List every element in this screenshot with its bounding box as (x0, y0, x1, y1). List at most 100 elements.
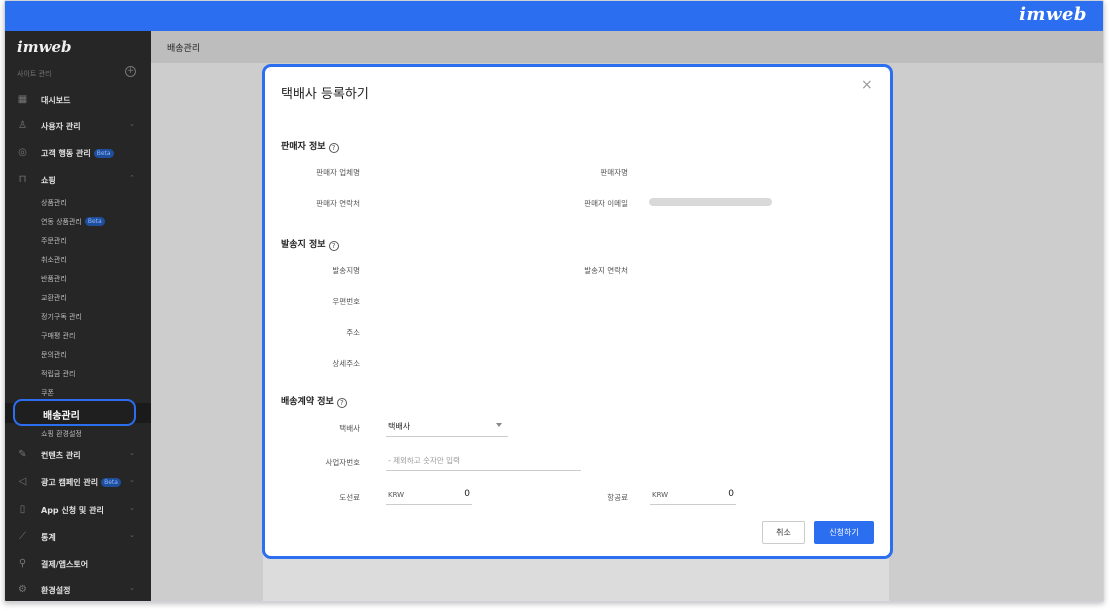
help-icon[interactable]: ? (336, 398, 347, 408)
sidebar-logo[interactable]: imweb (17, 38, 72, 56)
sidebar-item-label: 환경설정 (41, 586, 71, 595)
sidebar-item[interactable]: ⚲ 결제/앱스토어 (5, 554, 151, 574)
beta-badge: Beta (84, 217, 105, 226)
site-manage-label: 사이트 관리 (17, 70, 52, 78)
business-number-input[interactable] (386, 450, 581, 471)
brand-logo[interactable]: imweb (1019, 4, 1087, 25)
sidebar-item-label: App 신청 및 관리 (41, 506, 104, 515)
sidebar-subitem-label: 상품관리 (41, 199, 67, 207)
sidebar-subitem[interactable]: 적립금 관리 (41, 369, 75, 379)
sidebar-subitem[interactable]: 정기구독 관리 (41, 312, 82, 322)
amount-value: 0 (728, 489, 734, 499)
shopping-bag-icon: ⊓ (18, 174, 27, 185)
sidebar-item[interactable]: ◁ 광고 캠페인 관리 Beta ⌄ (5, 472, 151, 492)
sidebar-subitem-label: 문의관리 (41, 351, 67, 359)
sidebar-item-label: 대시보드 (41, 96, 71, 105)
sidebar-item[interactable]: ✎ 컨텐츠 관리 ⌄ (5, 445, 151, 465)
modal-title: 택배사 등록하기 (281, 87, 369, 102)
sidebar-subitem[interactable]: 교환관리 (41, 293, 67, 303)
add-site-icon[interactable]: + (125, 66, 136, 77)
courier-select-value: 택배사 (388, 422, 411, 431)
help-icon[interactable]: ? (328, 241, 339, 251)
sidebar: imweb 사이트 관리 + ▦ 대시보드 ♙ 사용자 관리 ⌄ ◎ 고객 행동 관리 Bet… (5, 31, 151, 601)
sidebar-subitem[interactable]: 반품관리 (41, 274, 67, 284)
chart-icon: ⟋ (19, 531, 26, 542)
sidebar-subitem[interactable]: 구매평 관리 (41, 331, 75, 341)
address-label: 주소 (346, 328, 360, 337)
sidebar-subitem-label: 쿠폰 (41, 389, 54, 397)
close-icon[interactable]: × (861, 77, 873, 93)
chevron-icon: ⌄ (129, 476, 135, 484)
sidebar-subitem-label: 적립금 관리 (41, 370, 76, 378)
sidebar-subitem[interactable]: 문의관리 (41, 350, 67, 360)
seller-company-label: 판매자 업체명 (316, 168, 360, 177)
sidebar-item[interactable]: ♙ 사용자 관리 ⌄ (5, 116, 151, 136)
sidebar-item-label: 쇼핑 (41, 176, 56, 185)
section-title-text: 배송계약 정보 (281, 397, 334, 407)
sidebar-item-label: 컨텐츠 관리 (41, 451, 81, 460)
courier-select[interactable]: 택배사 (386, 416, 508, 437)
sidebar-item[interactable]: ▦ 대시보드 (5, 90, 151, 110)
sidebar-item[interactable]: ⊓ 쇼핑 ⌃ (5, 170, 151, 190)
chevron-icon: ⌄ (129, 584, 135, 592)
seller-name-label: 판매자명 (600, 168, 628, 177)
sidebar-subitem-label: 구매평 관리 (41, 332, 76, 340)
submit-button[interactable]: 신청하기 (814, 521, 874, 544)
dashboard-icon: ▦ (17, 94, 28, 105)
seller-section-title: 판매자 정보? (281, 139, 339, 153)
sidebar-item-label: 사용자 관리 (41, 122, 81, 131)
sidebar-subitem[interactable]: 연동 상품관리 Beta (41, 217, 105, 227)
currency-label: KRW (652, 491, 669, 499)
sidebar-subitem[interactable]: 주문관리 (41, 236, 67, 246)
sender-section-title: 발송지 정보? (281, 237, 339, 251)
page-title: 배송관리 (167, 44, 201, 54)
sidebar-item-label: 고객 행동 관리 (41, 149, 91, 158)
sidebar-item[interactable]: ⚙ 환경설정 ⌄ (5, 580, 151, 600)
air-fee-input[interactable]: KRW 0 (650, 486, 736, 505)
help-icon[interactable]: ? (328, 143, 339, 153)
sidebar-subitem-label: 교환관리 (41, 294, 67, 302)
sidebar-subitem[interactable]: 상품관리 (41, 198, 67, 208)
sidebar-item[interactable]: ⟋ 통계 ⌄ (5, 527, 151, 547)
sender-contact-label: 발송지 연락처 (584, 266, 628, 275)
gear-icon: ⚙ (18, 584, 27, 595)
section-title-text: 발송지 정보 (281, 240, 326, 250)
chevron-icon: ⌄ (129, 449, 135, 457)
island-fee-input[interactable]: KRW 0 (386, 486, 472, 505)
page-header: 배송관리 (151, 31, 1103, 63)
section-title-text: 판매자 정보 (281, 142, 326, 152)
seller-contact-label: 판매자 연락처 (316, 199, 360, 208)
sidebar-subitem-label: 연동 상품관리 (41, 218, 82, 226)
sidebar-subitem-label: 주문관리 (41, 237, 67, 245)
megaphone-icon: ◁ (18, 476, 27, 487)
top-bar: imweb (5, 1, 1103, 31)
chevron-icon: ⌃ (129, 174, 135, 182)
detail-address-label: 상세주소 (332, 359, 360, 368)
sidebar-item-label: 광고 캠페인 관리 (41, 478, 99, 487)
sidebar-item[interactable]: ◎ 고객 행동 관리 Beta (5, 143, 151, 163)
sidebar-subitem[interactable]: 쿠폰 (41, 388, 54, 398)
seller-email-label: 판매자 이메일 (584, 199, 628, 208)
beta-badge: Beta (101, 478, 121, 487)
sidebar-subitem-label: 정기구독 관리 (41, 313, 82, 321)
sidebar-item[interactable]: ▯ App 신청 및 관리 ⌄ (5, 500, 151, 520)
currency-label: KRW (388, 491, 405, 499)
sidebar-item-label: 결제/앱스토어 (41, 560, 89, 569)
sender-place-label: 발송지명 (332, 266, 360, 275)
user-icon: ♙ (18, 120, 27, 131)
air-fee-label: 항공료 (607, 493, 628, 502)
business-number-label: 사업자번호 (325, 458, 361, 467)
island-fee-label: 도선료 (339, 493, 360, 502)
sidebar-subitem[interactable]: 취소관리 (41, 255, 67, 265)
cancel-button[interactable]: 취소 (762, 521, 805, 544)
sidebar-subitem-shop-settings[interactable]: 쇼핑 환경설정 (41, 429, 82, 439)
zip-label: 우편번호 (332, 297, 360, 306)
seller-email-value (649, 198, 772, 206)
sidebar-item-shipping-management[interactable]: 배송관리 (13, 399, 136, 426)
sidebar-item-label: 통계 (41, 533, 56, 542)
courier-label: 택배사 (339, 424, 360, 433)
sidebar-subitem-label: 반품관리 (41, 275, 67, 283)
sidebar-subitem-label: 취소관리 (41, 256, 67, 264)
target-icon: ◎ (18, 147, 27, 158)
chevron-icon: ⌄ (129, 504, 135, 512)
